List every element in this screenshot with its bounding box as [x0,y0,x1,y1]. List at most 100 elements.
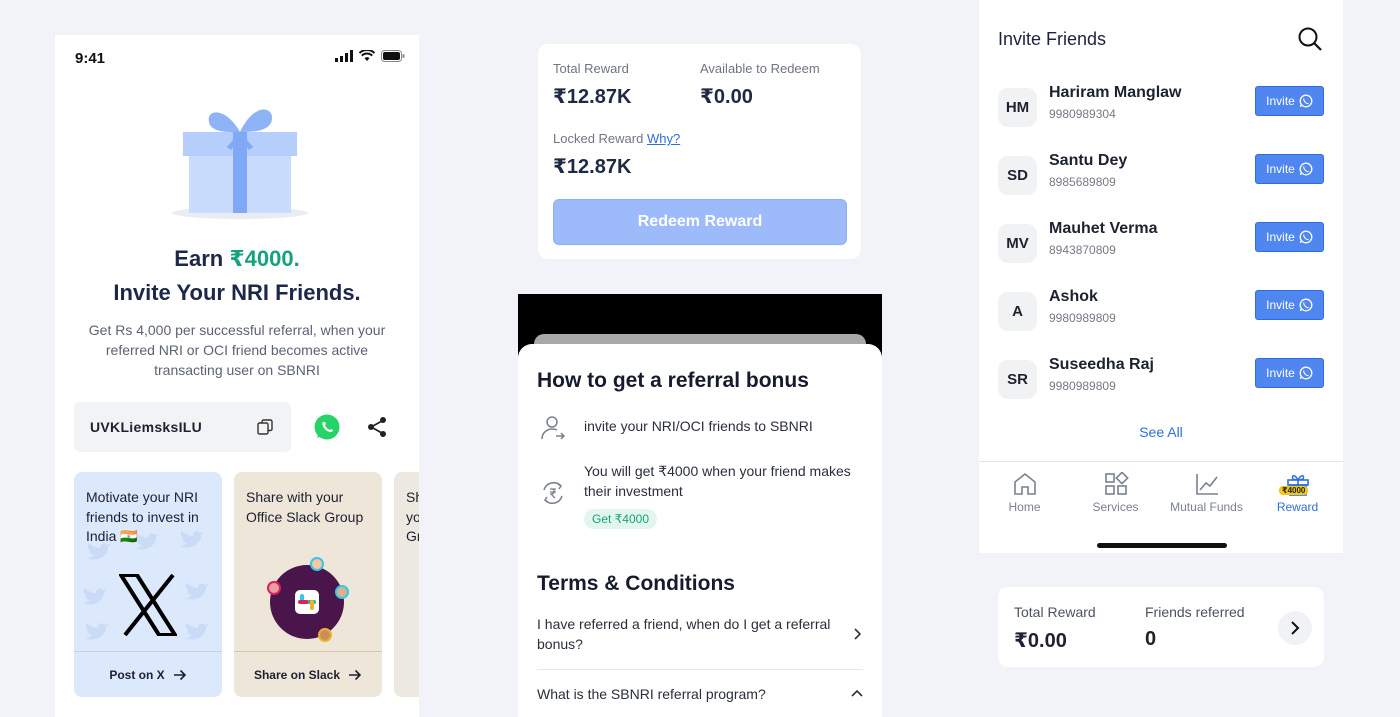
referral-info-sheet: How to get a referral bonus invite your … [518,344,882,717]
bird-pattern-icon [83,588,107,605]
chevron-right-icon [854,628,862,640]
chevron-up-icon [851,689,863,697]
step-invite-text: invite your NRI/OCI friends to SBNRI [584,418,813,434]
status-bar: 9:41 [55,35,419,79]
reward-amount-badge: ₹4000 [1279,486,1309,495]
card-x-title: Motivate your NRI friends to invest in I… [86,489,199,544]
wifi-icon [359,50,375,61]
gift-illustration [172,109,308,219]
why-link[interactable]: Why? [647,131,680,146]
referral-description: Get Rs 4,000 per successful referral, wh… [88,322,386,378]
available-label: Available to Redeem [700,61,820,76]
how-to-title: How to get a referral bonus [537,369,809,392]
page-title: Invite Friends [998,29,1107,49]
avatar: SR [998,360,1037,399]
referral-stats-card[interactable]: Total Reward ₹0.00 Friends referred 0 [998,587,1324,667]
tab-reward-label: Reward [1276,500,1319,514]
referral-code: UVKLiemsksILU [90,419,203,435]
avatar: MV [998,224,1037,263]
chart-trend-icon [1195,474,1218,495]
card-third-title: Sh yo Gr [406,489,419,544]
whatsapp-icon [1299,298,1313,312]
faq-question: I have referred a friend, when do I get … [537,616,831,652]
invite-button[interactable]: Invite [1255,290,1324,320]
faq-item-program[interactable]: What is the SBNRI referral program? [537,684,863,704]
share-on-slack-card[interactable]: Share with your Office Slack Group Share… [234,472,382,697]
invite-label: Invite [1266,162,1295,176]
status-time: 9:41 [75,50,106,67]
contact-phone: 9980989304 [1049,107,1116,121]
post-on-x-card[interactable]: Motivate your NRI friends to invest in I… [74,472,222,697]
locked-reward-label: Locked Reward Why? [553,131,680,146]
available-value: ₹0.00 [700,86,753,108]
third-share-card[interactable]: Sh yo Gr [394,472,419,697]
redeem-reward-button[interactable]: Redeem Reward [553,199,847,245]
avatar: SD [998,156,1037,195]
earn-heading: Earn ₹4000. [55,246,419,272]
bird-pattern-icon [185,583,209,600]
invite-button[interactable]: Invite [1255,154,1324,184]
invite-label: Invite [1266,298,1295,312]
user-invite-icon [541,416,566,440]
earn-prefix: Earn [174,246,230,271]
contact-phone: 8985689809 [1049,175,1116,189]
referral-code-box[interactable]: UVKLiemsksILU [74,402,291,452]
contact-row: HM Hariram Manglaw 9980989304 Invite [998,84,1324,128]
tab-home[interactable]: Home [979,472,1070,514]
reward-summary-card: Total Reward ₹12.87K Available to Redeem… [538,44,861,259]
bird-pattern-icon [185,623,209,640]
post-on-x-button[interactable]: Post on X [74,651,222,697]
total-reward-value: ₹12.87K [553,86,632,108]
see-all-link[interactable]: See All [979,424,1343,440]
share-on-slack-button[interactable]: Share on Slack [234,651,382,697]
tab-mutual-funds[interactable]: Mutual Funds [1161,472,1252,514]
share-on-slack-label: Share on Slack [253,667,341,682]
status-icons [335,50,405,62]
whatsapp-share-icon[interactable] [313,413,341,441]
whatsapp-icon [1299,162,1313,176]
faq-item-bonus-timing[interactable]: I have referred a friend, when do I get … [537,614,863,654]
x-logo-icon [119,574,177,636]
contact-phone: 9980989809 [1049,379,1116,393]
chevron-right-icon [1291,621,1300,635]
card-slack-title: Share with your Office Slack Group [246,489,364,525]
rupee-cycle-icon [543,482,563,504]
home-icon [1013,472,1036,495]
tab-services[interactable]: Services [1070,472,1161,514]
whatsapp-icon [1299,366,1313,380]
avatar: A [998,292,1037,331]
terms-title: Terms & Conditions [537,572,735,595]
summary-total-value: ₹0.00 [1014,630,1067,652]
invite-headline: Invite Your NRI Friends. [113,280,361,305]
services-grid-icon [1104,472,1129,495]
avatar: HM [998,88,1037,127]
tab-services-label: Services [1092,500,1139,514]
slack-illustration [267,557,349,642]
home-indicator [1097,543,1227,548]
invite-button[interactable]: Invite [1255,358,1324,388]
contact-name: Suseedha Raj [1049,356,1154,373]
invite-label: Invite [1266,366,1295,380]
details-arrow-button[interactable] [1278,611,1312,645]
invite-label: Invite [1266,230,1295,244]
invite-friends-screen: Invite Friends HM Hariram Manglaw 998098… [979,0,1343,553]
locked-reward-value: ₹12.87K [553,156,632,178]
search-icon[interactable] [1297,26,1323,52]
contact-name: Santu Dey [1049,152,1128,169]
faq-question: What is the SBNRI referral program? [537,686,766,702]
total-reward-label: Total Reward [553,61,629,76]
contact-row: A Ashok 9980989809 Invite [998,288,1324,332]
locked-label-text: Locked Reward [553,131,647,146]
whatsapp-icon [1299,94,1313,108]
friends-referred-label: Friends referred [1145,604,1245,620]
battery-icon [381,50,405,62]
share-icon[interactable] [366,416,388,438]
contact-row: SD Santu Dey 8985689809 Invite [998,152,1324,196]
invite-button[interactable]: Invite [1255,86,1324,116]
bird-pattern-icon [85,623,109,640]
tab-home-label: Home [1008,500,1041,514]
get-reward-badge: Get ₹4000 [584,509,658,529]
copy-icon[interactable] [257,419,273,435]
contact-phone: 8943870809 [1049,243,1116,257]
invite-button[interactable]: Invite [1255,222,1324,252]
